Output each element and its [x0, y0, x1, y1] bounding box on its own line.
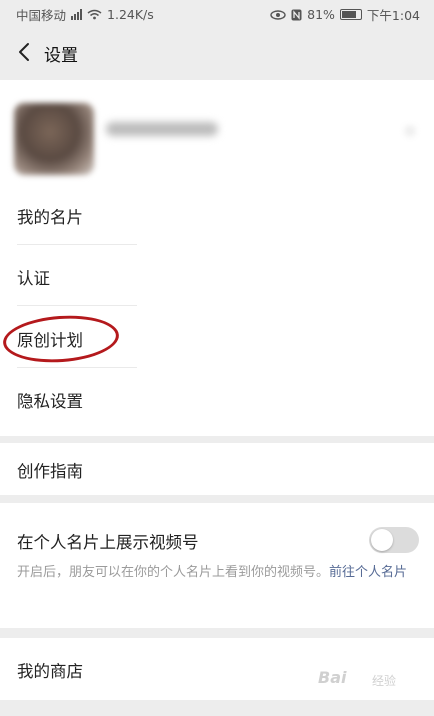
wifi-icon: [87, 9, 102, 20]
menu-item-my-card[interactable]: 我的名片: [0, 204, 434, 227]
nav-bar: 设置: [0, 26, 434, 80]
toggle-knob: [371, 529, 393, 551]
status-right: 81% 下午1:04: [270, 5, 420, 24]
toggle-label: 在个人名片上展示视频号: [17, 533, 199, 552]
profile-name-blurred: [106, 122, 218, 136]
battery-icon: [339, 9, 362, 20]
clock: 下午1:04: [366, 8, 420, 23]
divider: [17, 367, 137, 368]
eye-icon: [270, 9, 286, 20]
network-speed: 1.24K/s: [107, 7, 154, 22]
nfc-icon: [291, 9, 302, 20]
description-text: 开启后，朋友可以在你的个人名片上看到你的视频号。: [17, 565, 330, 580]
baidu-watermark: Bai: [318, 668, 347, 687]
status-bar: 中国移动 1.24K/s 81% 下午1:04: [0, 0, 434, 26]
menu-item-privacy-settings[interactable]: 隐私设置: [0, 388, 434, 411]
menu-item-label: 认证: [17, 269, 50, 288]
back-arrow-icon[interactable]: [14, 41, 36, 63]
signal-icon: [71, 9, 83, 20]
chevron-right-icon: [404, 125, 416, 137]
status-left: 中国移动 1.24K/s: [16, 5, 154, 24]
menu-item-label: 隐私设置: [17, 392, 83, 411]
carrier-label: 中国移动: [16, 8, 67, 23]
menu-item-label: 创作指南: [17, 462, 83, 481]
page-title: 设置: [44, 46, 78, 66]
avatar: [14, 103, 94, 175]
menu-item-my-store[interactable]: 我的商店: [0, 658, 434, 681]
divider: [17, 305, 137, 306]
bottom-gap: [0, 700, 434, 716]
menu-item-verification[interactable]: 认证: [0, 265, 434, 288]
menu-item-label: 我的名片: [17, 208, 83, 227]
toggle-description: 开启后，朋友可以在你的个人名片上看到你的视频号。前往个人名片: [17, 563, 417, 582]
watermark-sub: 经验: [372, 674, 397, 688]
go-to-card-link[interactable]: 前往个人名片: [329, 565, 407, 580]
video-account-toggle[interactable]: [369, 527, 419, 553]
menu-item-label: 我的商店: [17, 662, 83, 681]
divider: [17, 244, 137, 245]
menu-item-creation-guide[interactable]: 创作指南: [0, 458, 434, 481]
battery-percent: 81%: [307, 7, 335, 22]
